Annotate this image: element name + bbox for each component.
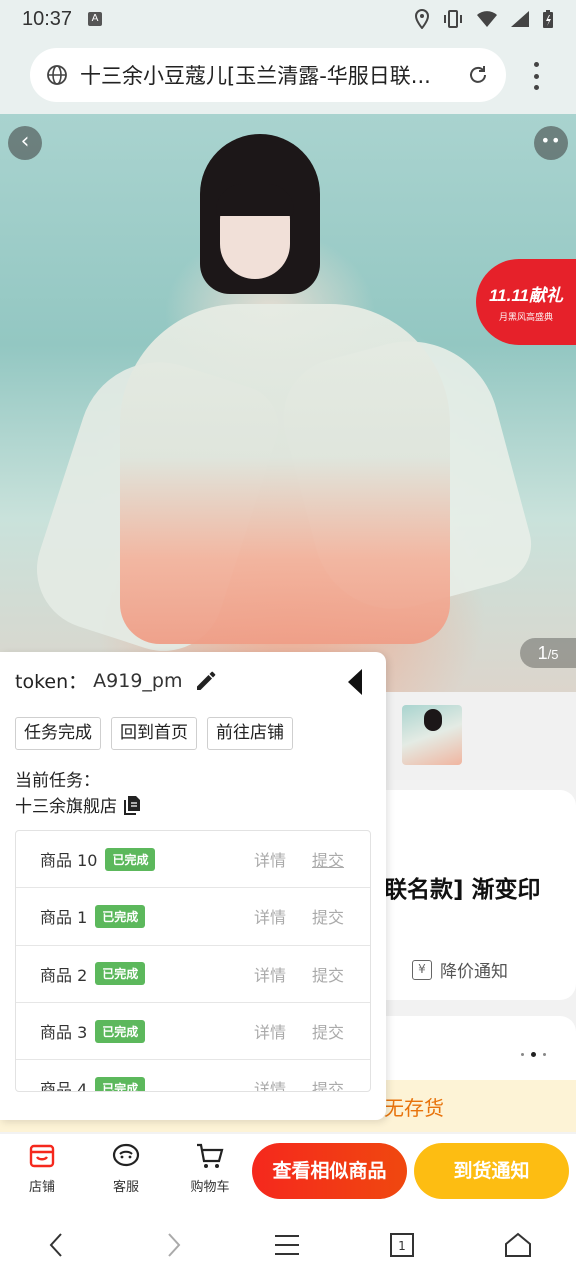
status-bar: 10:37 A [0,0,576,38]
task-row: 商品 3 已完成 详情 提交 [16,1003,370,1061]
stock-status: 无存货 [384,1096,444,1120]
more-icon[interactable]: •• [534,126,568,160]
image-counter-total: /5 [547,647,559,662]
status-time: 10:37 [22,7,73,30]
arrival-notify-button[interactable]: 到货通知 [414,1143,569,1199]
task-row: 商品 1 已完成 详情 提交 [16,888,370,946]
image-counter: 1/5 [520,638,576,668]
shop-button[interactable]: 店铺 [12,1140,72,1195]
promo-badge[interactable]: 11.11献礼 月黑风高盛典 [476,259,576,345]
address-bar[interactable]: 十三余小豆蔻儿[玉兰清露-华服日联... [30,48,506,102]
nav-back-icon[interactable] [36,1228,76,1262]
similar-items-button[interactable]: 查看相似商品 [252,1143,407,1199]
task-complete-button[interactable]: 任务完成 [15,717,101,750]
task-submit-link[interactable]: 提交 [312,904,344,928]
back-icon[interactable]: ‹ [8,126,42,160]
globe-icon [47,65,67,85]
task-row: 商品 4 已完成 详情 提交 [16,1060,370,1092]
service-label: 客服 [112,1180,139,1195]
nav-home-icon[interactable] [498,1228,538,1262]
cart-label: 购物车 [190,1180,230,1195]
current-shop: 十三余旗舰店 [15,792,141,817]
signal-icon [511,11,529,27]
promo-title: 11.11献礼 [488,286,564,305]
task-submit-link[interactable]: 提交 [312,1019,344,1043]
system-nav-bar: 1 [0,1210,576,1280]
task-name: 商品 10 [40,851,98,871]
task-detail-link[interactable]: 详情 [254,847,286,871]
task-detail-link[interactable]: 详情 [254,1076,286,1091]
screen: 10:37 A 十三余小豆蔻儿[玉兰清露-华服日联... ‹ •• 11.11献… [0,0,576,1280]
action-bar: 店铺 客服 购物车 查看相似商品 到货通知 [0,1134,576,1210]
copy-icon[interactable] [123,795,141,815]
status-badge: 已完成 [95,962,146,986]
edit-icon[interactable] [194,669,218,693]
shop-label: 店铺 [28,1180,55,1195]
collapse-panel-icon[interactable] [346,668,364,696]
product-image[interactable]: ‹ •• 11.11献礼 月黑风高盛典 1/5 [0,114,576,692]
shop-icon [29,1144,55,1168]
task-detail-link[interactable]: 详情 [254,962,286,986]
tab-count: 1 [398,1239,406,1253]
task-row: 商品 10 已完成 详情 提交 [16,831,370,889]
back-home-button[interactable]: 回到首页 [111,717,197,750]
location-icon [414,9,430,29]
product-title: 联名款] 渐变印 [384,877,541,903]
cart-button[interactable]: 购物车 [180,1140,240,1195]
vibrate-icon [444,10,462,28]
panel-button-row: 任务完成 回到首页 前往店铺 [15,717,293,750]
browser-menu-icon[interactable] [526,62,546,90]
task-panel: token： A919_pm 任务完成 回到首页 前往店铺 当前任务： 十三余旗… [0,652,386,1120]
task-name: 商品 4 [40,1080,88,1092]
task-submit-link[interactable]: 提交 [312,847,344,871]
task-detail-link[interactable]: 详情 [254,1019,286,1043]
token-value: A919_pm [93,669,183,692]
task-submit-link[interactable]: 提交 [312,1076,344,1091]
go-to-shop-button[interactable]: 前往店铺 [207,717,293,750]
status-badge: 已完成 [95,1076,146,1091]
cart-icon [197,1143,224,1168]
task-name: 商品 3 [40,1023,88,1043]
token-row: token： A919_pm [15,667,218,694]
shop-name: 十三余旗舰店 [15,797,117,817]
reload-icon[interactable] [466,63,490,87]
image-counter-current: 1 [537,643,548,663]
price-tag-icon: ¥ [412,959,432,980]
current-task-label: 当前任务： [15,771,100,791]
url-text: 十三余小豆蔻儿[玉兰清露-华服日联... [80,64,431,88]
task-list[interactable]: 商品 10 已完成 详情 提交 商品 1 已完成 详情 提交 商品 2 已完成 … [15,830,371,1092]
price-notify-label: 降价通知 [440,962,508,982]
notification-badge: A [88,12,103,26]
nav-forward-icon[interactable] [154,1228,194,1262]
nav-tabs-icon[interactable]: 1 [382,1228,422,1262]
task-name: 商品 1 [40,908,88,928]
price-notify-button[interactable]: ¥ 降价通知 [412,957,508,982]
status-badge: 已完成 [95,1019,146,1043]
service-icon [112,1143,140,1167]
battery-icon [543,10,553,28]
task-detail-link[interactable]: 详情 [254,904,286,928]
thumbnail-image[interactable] [402,705,462,765]
browser-toolbar: 十三余小豆蔻儿[玉兰清露-华服日联... [0,38,576,114]
nav-menu-icon[interactable] [267,1228,307,1262]
status-badge: 已完成 [105,847,156,871]
status-badge: 已完成 [95,904,146,928]
token-label: token： [15,671,88,693]
status-icons [414,9,554,29]
task-submit-link[interactable]: 提交 [312,962,344,986]
task-row: 商品 2 已完成 详情 提交 [16,946,370,1003]
wifi-icon [477,11,497,27]
pager-dots [521,1052,546,1057]
task-name: 商品 2 [40,965,88,985]
promo-subtitle: 月黑风高盛典 [498,313,553,323]
service-button[interactable]: 客服 [96,1140,156,1195]
